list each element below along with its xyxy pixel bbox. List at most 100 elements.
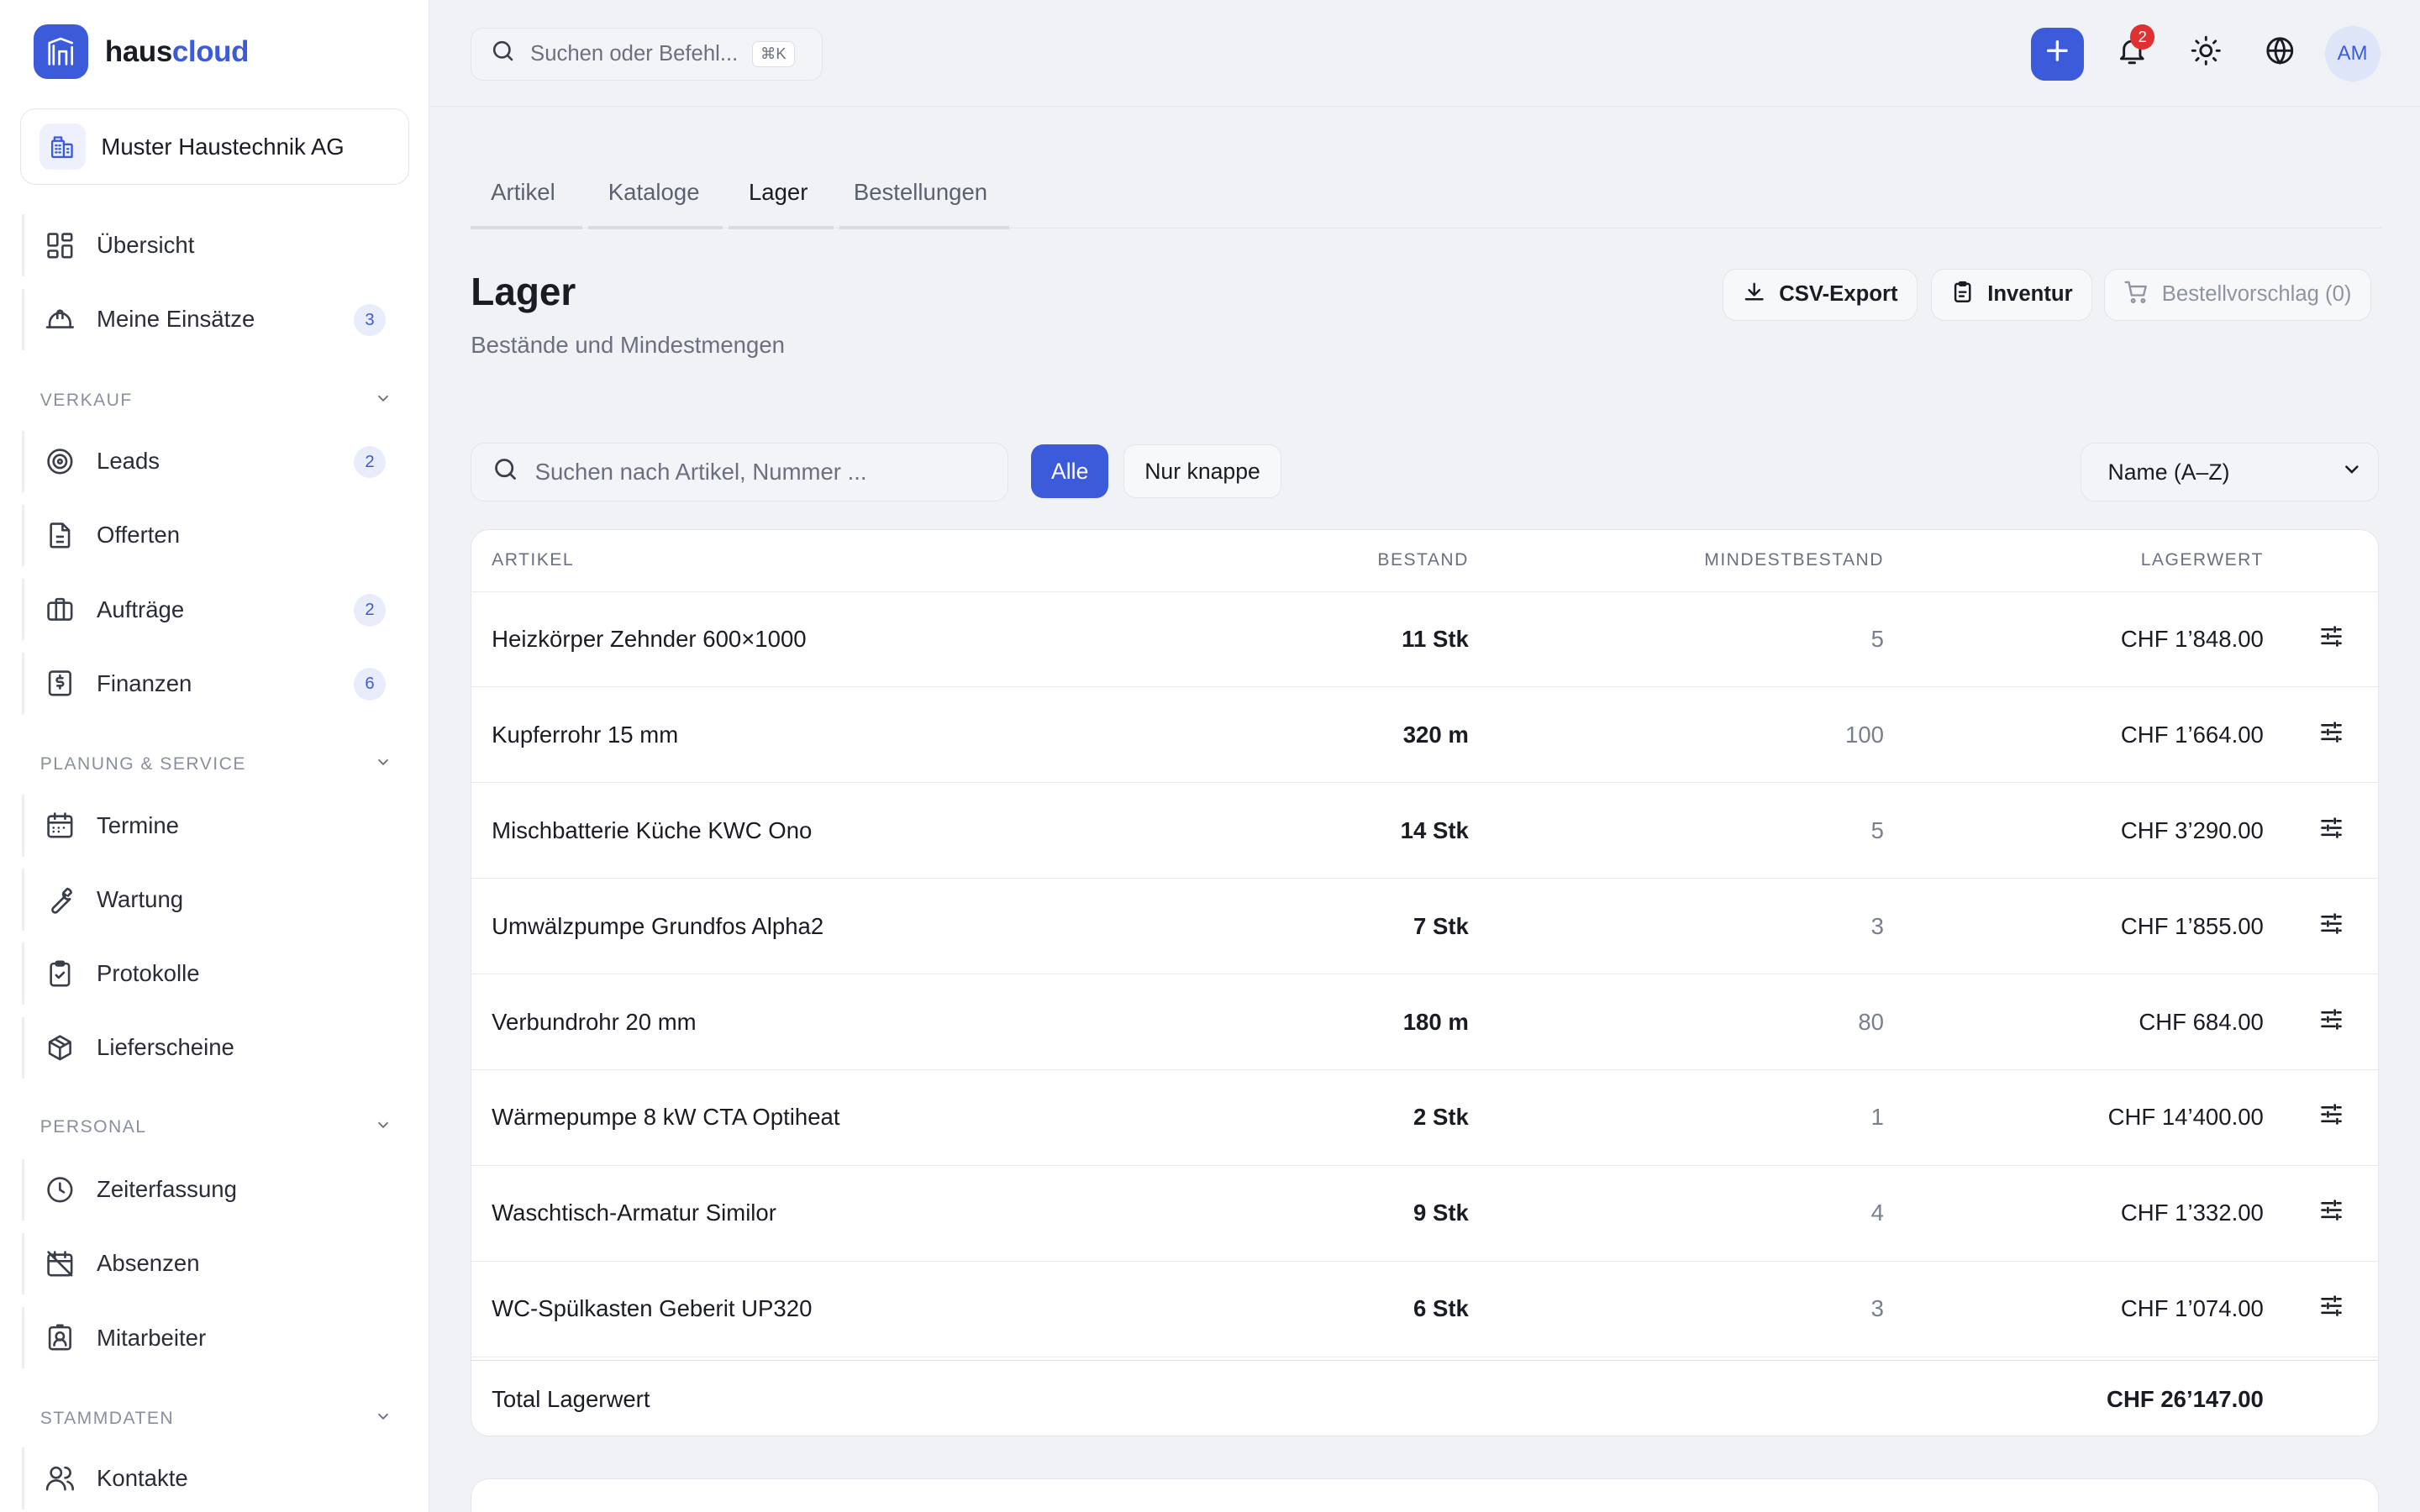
sidebar-item-label: Mitarbeiter [97, 1324, 207, 1351]
stock-value: 320 m [1402, 721, 1469, 748]
table-row[interactable]: WC-Spülkasten Geberit UP320 6 Stk 3 CHF 1’0… [471, 1262, 2378, 1357]
sidebar-item-uebersicht[interactable]: Übersicht [21, 214, 408, 276]
language-button[interactable] [2254, 28, 2306, 80]
table-row[interactable]: Mischbatterie Küche KWC Ono 14 Stk 5 CHF 3’… [471, 783, 2378, 879]
sidebar-item-protokolle[interactable]: Protokolle [21, 942, 408, 1005]
article-name: Waschtisch-Armatur Similor [492, 1200, 776, 1226]
chevron-down-icon [374, 753, 392, 776]
adjust-stock-button[interactable] [2316, 911, 2347, 942]
tab-kataloge[interactable]: Kataloge [608, 166, 700, 228]
sidebar-item-absenzen[interactable]: Absenzen [21, 1232, 408, 1295]
create-new-button[interactable] [2031, 28, 2084, 81]
min-stock-value: 4 [1870, 1200, 1884, 1226]
article-search-input[interactable]: Suchen nach Artikel, Nummer ... [471, 443, 1008, 502]
notifications-button[interactable]: 2 [2106, 24, 2158, 80]
sidebar-item-auftraege[interactable]: Aufträge 2 [21, 578, 408, 641]
sidebar-item-label: Kontakte [97, 1464, 188, 1491]
min-stock-value: 80 [1858, 1008, 1884, 1035]
inventory-button[interactable]: Inventur [1931, 268, 2092, 322]
company-switcher[interactable]: Muster Haustechnik AG [19, 108, 409, 186]
section-header-verkauf[interactable]: VERKAUF [40, 389, 392, 412]
filter-all-button[interactable]: Alle [1031, 444, 1109, 499]
sidebar-item-label: Absenzen [97, 1250, 200, 1277]
section-header-personal[interactable]: PERSONAL [40, 1116, 392, 1139]
sidebar-item-label: Offerten [97, 522, 181, 549]
user-avatar[interactable]: AM [2324, 26, 2381, 82]
adjust-stock-button[interactable] [2316, 816, 2347, 847]
sidebar-item-offerten[interactable]: Offerten [21, 504, 408, 567]
order-suggestion-button[interactable]: Bestellvorschlag (0) [2103, 268, 2371, 322]
plus-icon [2042, 35, 2073, 73]
section-header-planung[interactable]: PLANUNG & SERVICE [40, 753, 392, 776]
min-stock-value: 5 [1870, 625, 1884, 652]
adjust-stock-button[interactable] [2316, 1198, 2347, 1229]
section-header-stammdaten[interactable]: STAMMDATEN [40, 1407, 392, 1431]
sidebar-item-label: Leads [97, 448, 160, 475]
global-search-input[interactable]: Suchen oder Befehl... ⌘K [471, 28, 823, 81]
sidebar-item-meine-einsaetze[interactable]: Meine Einsätze 3 [21, 288, 408, 350]
stock-value: 2 Stk [1413, 1104, 1469, 1131]
brand[interactable]: hauscloud [34, 24, 250, 79]
column-header-article[interactable]: ARTIKEL [492, 550, 574, 570]
theme-toggle-button[interactable] [2180, 28, 2232, 80]
sidebar-item-kontakte[interactable]: Kontakte [21, 1447, 408, 1509]
cart-icon [2123, 279, 2149, 311]
adjust-stock-button[interactable] [2316, 1007, 2347, 1038]
briefcase-icon [43, 592, 76, 626]
section-label: PLANUNG & SERVICE [39, 754, 246, 774]
section-label: PERSONAL [39, 1117, 147, 1137]
adjust-stock-button[interactable] [2316, 1294, 2347, 1325]
column-header-value[interactable]: LAGERWERT [2141, 550, 2264, 570]
filter-low-stock-button[interactable]: Nur knappe [1123, 444, 1281, 499]
tab-bestellungen[interactable]: Bestellungen [854, 166, 987, 228]
column-header-stock[interactable]: BESTAND [1377, 550, 1468, 570]
sidebar-item-termine[interactable]: Termine [21, 795, 408, 857]
adjust-stock-button[interactable] [2316, 720, 2347, 751]
min-stock-value: 5 [1870, 816, 1884, 843]
sidebar-item-mitarbeiter[interactable]: Mitarbeiter [21, 1306, 408, 1369]
csv-export-button[interactable]: CSV-Export [1723, 268, 1918, 322]
sidebar-item-finanzen[interactable]: Finanzen 6 [21, 653, 408, 715]
sliders-icon [2317, 1005, 2345, 1040]
button-label: Bestellvorschlag (0) [2161, 282, 2352, 307]
table-row[interactable]: Heizkörper Zehnder 600×1000 11 Stk 5 CHF 1’… [471, 592, 2378, 688]
tab-bar: Artikel Kataloge Lager Bestellungen [471, 166, 2382, 229]
section-label: VERKAUF [39, 390, 133, 410]
sidebar-item-label: Meine Einsätze [97, 306, 255, 333]
stock-value: 7 Stk [1413, 912, 1469, 939]
page-title: Lager [471, 269, 576, 313]
sidebar-item-label: Termine [97, 811, 179, 838]
count-badge: 2 [353, 594, 387, 627]
sidebar-item-lieferscheine[interactable]: Lieferscheine [21, 1016, 408, 1079]
sidebar-item-leads[interactable]: Leads 2 [21, 430, 408, 492]
tab-artikel[interactable]: Artikel [491, 166, 555, 228]
total-label: Total Lagerwert [492, 1385, 650, 1412]
search-icon [492, 455, 519, 490]
tab-lager[interactable]: Lager [749, 166, 808, 228]
sidebar-item-wartung[interactable]: Wartung [21, 869, 408, 931]
column-header-min-stock[interactable]: MINDESTBESTAND [1704, 550, 1884, 570]
notification-count-badge: 2 [2130, 24, 2155, 50]
sort-select[interactable]: Name (A–Z) [2081, 443, 2379, 502]
calendar-icon [43, 809, 76, 843]
min-stock-value: 100 [1845, 721, 1884, 748]
chevron-down-icon [2341, 459, 2363, 486]
sliders-icon [2317, 814, 2345, 848]
calendar-off-icon [43, 1247, 76, 1280]
min-stock-value: 1 [1870, 1104, 1884, 1131]
brand-name: hauscloud [105, 35, 250, 69]
article-name: Verbundrohr 20 mm [492, 1008, 697, 1035]
table-row[interactable]: Umwälzpumpe Grundfos Alpha2 7 Stk 3 CHF 1’8… [471, 879, 2378, 975]
keyboard-shortcut: ⌘K [751, 40, 795, 67]
sidebar-item-label: Zeiterfassung [97, 1176, 237, 1203]
sliders-icon [2317, 718, 2345, 753]
table-row[interactable]: Kupferrohr 15 mm 320 m 100 CHF 1’664.00 [471, 687, 2378, 784]
table-row[interactable]: Waschtisch-Armatur Similor 9 Stk 4 CHF 1’33… [471, 1166, 2378, 1262]
table-row[interactable]: Wärmepumpe 8 kW CTA Optiheat 2 Stk 1 CHF 14… [471, 1070, 2378, 1166]
table-row[interactable]: Verbundrohr 20 mm 180 m 80 CHF 684.00 [471, 974, 2378, 1071]
sidebar-item-zeiterfassung[interactable]: Zeiterfassung [21, 1158, 408, 1221]
adjust-stock-button[interactable] [2316, 1103, 2347, 1134]
sun-icon [2190, 34, 2223, 74]
sliders-icon [2317, 622, 2345, 657]
adjust-stock-button[interactable] [2316, 624, 2347, 655]
